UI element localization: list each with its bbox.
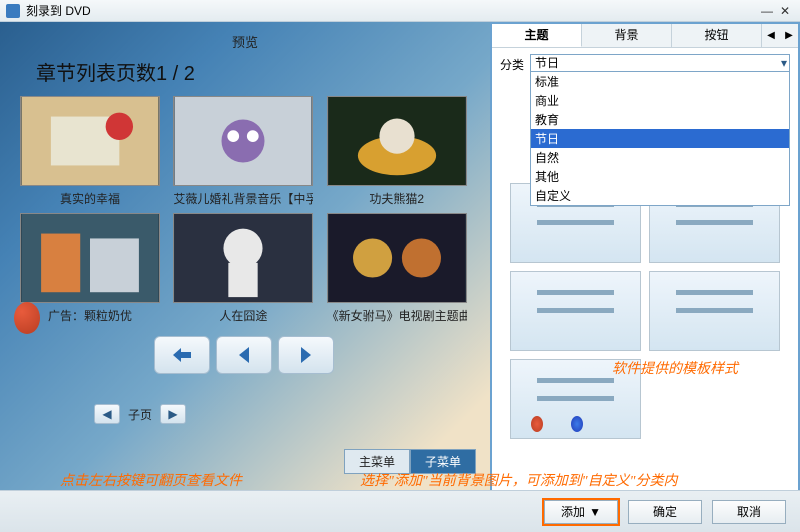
dropdown-option[interactable]: 其他	[531, 167, 789, 186]
nav-next-button[interactable]	[278, 336, 334, 374]
close-button[interactable]: ✕	[776, 4, 794, 18]
theme-panel: 主题 背景 按钮 ◀ ▶ 分类 节日 标准 商业 教育 节日 自然 其他 自定义	[490, 22, 800, 490]
footer-bar: 添加▼ 确定 取消	[0, 490, 800, 532]
tab-button[interactable]: 按钮	[672, 24, 762, 47]
dropdown-option[interactable]: 节日	[531, 129, 789, 148]
thumb-caption: 功夫熊猫2	[327, 190, 467, 207]
preview-panel: 预览 章节列表页数1 / 2 真实的幸福 艾薇儿婚礼背景音乐【中孚 功夫熊猫2 …	[0, 22, 490, 490]
tab-scroll-left[interactable]: ◀	[762, 24, 780, 47]
chapter-thumb[interactable]: 《新女驸马》电视剧主题曲	[327, 213, 467, 324]
page-prev-button[interactable]: ◀	[94, 404, 120, 424]
chapter-title: 章节列表页数1 / 2	[36, 57, 476, 86]
category-label: 分类	[500, 54, 530, 73]
app-icon	[6, 4, 20, 18]
subpage-label: 子页	[124, 406, 156, 423]
dropdown-option[interactable]: 教育	[531, 110, 789, 129]
template-thumb[interactable]	[649, 271, 780, 351]
nav-return-button[interactable]	[154, 336, 210, 374]
template-thumb[interactable]	[510, 359, 641, 439]
thumb-caption: 《新女驸马》电视剧主题曲	[327, 307, 467, 324]
thumb-caption: 艾薇儿婚礼背景音乐【中孚	[173, 190, 313, 207]
chapter-thumb[interactable]: 人在囧途	[173, 213, 313, 324]
category-dropdown: 标准 商业 教育 节日 自然 其他 自定义	[530, 71, 790, 206]
category-select[interactable]: 节日	[530, 54, 790, 72]
chapter-thumb[interactable]: 真实的幸福	[20, 96, 160, 207]
chapter-thumb[interactable]: 功夫熊猫2	[327, 96, 467, 207]
minimize-button[interactable]: —	[758, 4, 776, 18]
nav-prev-button[interactable]	[216, 336, 272, 374]
template-thumb[interactable]	[510, 271, 641, 351]
window-title: 刻录到 DVD	[26, 2, 91, 19]
chapter-thumb[interactable]: 艾薇儿婚礼背景音乐【中孚	[173, 96, 313, 207]
tab-scroll-right[interactable]: ▶	[780, 24, 798, 47]
main-menu-tab[interactable]: 主菜单	[344, 449, 410, 474]
sub-menu-tab[interactable]: 子菜单	[410, 449, 476, 474]
dropdown-option[interactable]: 自定义	[531, 186, 789, 205]
page-next-button[interactable]: ▶	[160, 404, 186, 424]
dropdown-option[interactable]: 标准	[531, 72, 789, 91]
dropdown-option[interactable]: 自然	[531, 148, 789, 167]
add-button[interactable]: 添加▼	[544, 500, 618, 524]
tab-theme[interactable]: 主题	[492, 24, 582, 47]
balloon-decoration	[6, 302, 46, 362]
cancel-button[interactable]: 取消	[712, 500, 786, 524]
thumb-caption: 人在囧途	[173, 307, 313, 324]
preview-header: 预览	[14, 32, 476, 51]
ok-button[interactable]: 确定	[628, 500, 702, 524]
dropdown-option[interactable]: 商业	[531, 91, 789, 110]
dropdown-arrow-icon: ▼	[589, 505, 601, 519]
tab-background[interactable]: 背景	[582, 24, 672, 47]
title-bar: 刻录到 DVD — ✕	[0, 0, 800, 22]
thumb-caption: 真实的幸福	[20, 190, 160, 207]
